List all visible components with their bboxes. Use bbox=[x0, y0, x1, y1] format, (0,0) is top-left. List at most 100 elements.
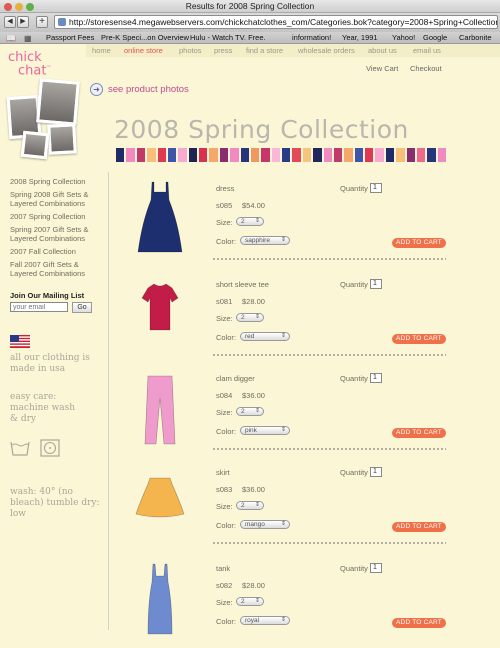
bookmarks-bar: 📖 ▦ Passport Fees Pre-K Speci...on Overv… bbox=[0, 32, 500, 44]
quantity-input[interactable]: 1 bbox=[370, 183, 382, 193]
color-select-value: pink bbox=[245, 427, 257, 434]
site-navigation: home online store photos press find a st… bbox=[86, 44, 500, 57]
product-price: $28.00 bbox=[242, 297, 265, 306]
bookmark-item[interactable]: Passport Fees bbox=[46, 33, 94, 42]
size-select[interactable]: 2 bbox=[236, 597, 264, 606]
product-sku: s081 bbox=[216, 297, 233, 306]
quantity-input[interactable]: 1 bbox=[370, 467, 382, 477]
bookmark-item[interactable]: Carbonite bbox=[459, 33, 492, 42]
nav-email-us[interactable]: email us bbox=[413, 46, 441, 55]
tank-icon[interactable] bbox=[120, 558, 200, 638]
add-to-cart-button[interactable]: ADD TO CART bbox=[392, 522, 446, 532]
size-select-value: 2 bbox=[241, 218, 245, 225]
bookmark-item[interactable]: Year, 1991 bbox=[342, 33, 378, 42]
quantity-value: 1 bbox=[373, 468, 377, 475]
nav-online-store[interactable]: online store bbox=[124, 46, 163, 55]
sidebar-item-spring-2007-gift-sets[interactable]: Spring 2007 Gift Sets & Layered Combinat… bbox=[10, 225, 100, 243]
see-product-photos-label: see product photos bbox=[108, 84, 189, 95]
sidebar-item-2007-fall[interactable]: 2007 Fall Collection bbox=[10, 247, 100, 256]
product-name: dress bbox=[216, 184, 235, 193]
product-row: clam digger s084 $36.00 Size: 2 Color: p… bbox=[112, 368, 500, 458]
bookmark-item[interactable]: Google bbox=[423, 33, 447, 42]
skirt-icon[interactable] bbox=[120, 462, 200, 542]
bookmark-item[interactable]: Yahoo! bbox=[392, 33, 415, 42]
stripe-swatch bbox=[167, 148, 177, 162]
sidebar-item-2007-spring[interactable]: 2007 Spring Collection bbox=[10, 212, 100, 221]
color-label: Color: bbox=[216, 521, 237, 530]
book-icon[interactable]: 📖 bbox=[6, 34, 16, 43]
stripe-swatch bbox=[354, 148, 363, 162]
bookmark-item[interactable]: Hulu - Watch TV. Free. bbox=[190, 33, 266, 42]
size-label: Size: bbox=[216, 598, 233, 607]
add-to-cart-button[interactable]: ADD TO CART bbox=[392, 618, 446, 628]
product-row: skirt s083 $36.00 Size: 2 Color: mango Q… bbox=[112, 462, 500, 552]
forward-button[interactable]: ▶ bbox=[17, 16, 29, 28]
stripe-swatch bbox=[147, 148, 156, 162]
nav-find-a-store[interactable]: find a store bbox=[246, 46, 283, 55]
size-select[interactable]: 2 bbox=[236, 407, 264, 416]
nav-about-us[interactable]: about us bbox=[368, 46, 397, 55]
stripe-swatch bbox=[157, 148, 166, 162]
made-in-usa-text: all our clothing is made in usa bbox=[10, 353, 90, 374]
tee-icon[interactable] bbox=[120, 274, 200, 354]
stripe-swatch bbox=[313, 148, 322, 162]
size-select[interactable]: 2 bbox=[236, 313, 264, 322]
add-to-cart-button[interactable]: ADD TO CART bbox=[392, 238, 446, 248]
dotted-divider bbox=[212, 542, 446, 544]
product-name: tank bbox=[216, 564, 231, 573]
pants-icon[interactable] bbox=[120, 368, 200, 448]
quantity-label: Quantity bbox=[340, 468, 368, 477]
product-price: $28.00 bbox=[242, 581, 265, 590]
nav-wholesale-orders[interactable]: wholesale orders bbox=[298, 46, 355, 55]
collection-title: 2008 Spring Collection bbox=[114, 115, 409, 144]
grid-icon[interactable]: ▦ bbox=[24, 34, 32, 43]
window-title: Results for 2008 Spring Collection bbox=[185, 1, 315, 11]
color-select[interactable]: red bbox=[240, 332, 290, 341]
stripe-swatch bbox=[209, 148, 218, 162]
dress-icon[interactable] bbox=[120, 178, 200, 258]
quantity-input[interactable]: 1 bbox=[370, 563, 382, 573]
stripe-swatch bbox=[416, 148, 426, 162]
stripe-swatch bbox=[261, 148, 270, 162]
size-select[interactable]: 2 bbox=[236, 217, 264, 226]
quantity-input[interactable]: 1 bbox=[370, 373, 382, 383]
size-select[interactable]: 2 bbox=[236, 501, 264, 510]
stripe-swatch bbox=[292, 148, 301, 162]
stripe-swatch bbox=[271, 148, 280, 162]
stripe-swatch bbox=[365, 148, 374, 162]
stripe-swatch bbox=[199, 148, 208, 162]
color-select[interactable]: pink bbox=[240, 426, 290, 435]
quantity-value: 1 bbox=[373, 280, 377, 287]
size-select-value: 2 bbox=[241, 502, 245, 509]
color-select[interactable]: royal bbox=[240, 616, 290, 625]
stripe-swatch bbox=[302, 148, 312, 162]
email-input[interactable] bbox=[10, 302, 68, 312]
color-select[interactable]: mango bbox=[240, 520, 290, 529]
stripe-swatch bbox=[396, 148, 405, 162]
nav-press[interactable]: press bbox=[214, 46, 232, 55]
color-select-value: royal bbox=[245, 617, 260, 624]
checkout-link[interactable]: Checkout bbox=[410, 64, 442, 73]
color-select-value: mango bbox=[245, 521, 265, 528]
sidebar-item-fall-2007-gift-sets[interactable]: Fall 2007 Gift Sets & Layered Combinatio… bbox=[10, 260, 100, 278]
stripe-swatch bbox=[240, 148, 249, 162]
color-select[interactable]: sapphire bbox=[240, 236, 290, 245]
add-bookmark-button[interactable]: + bbox=[36, 16, 48, 28]
stripe-swatch bbox=[385, 148, 395, 162]
add-to-cart-button[interactable]: ADD TO CART bbox=[392, 334, 446, 344]
view-cart-link[interactable]: View Cart bbox=[366, 64, 398, 73]
back-button[interactable]: ◀ bbox=[4, 16, 16, 28]
stripe-swatch bbox=[344, 148, 353, 162]
bookmark-item[interactable]: Pre-K Speci...on Overview bbox=[101, 33, 189, 42]
nav-photos[interactable]: photos bbox=[179, 46, 202, 55]
nav-home[interactable]: home bbox=[92, 46, 111, 55]
bookmark-item[interactable]: information! bbox=[292, 33, 331, 42]
add-to-cart-button[interactable]: ADD TO CART bbox=[392, 428, 446, 438]
quantity-input[interactable]: 1 bbox=[370, 279, 382, 289]
go-button[interactable]: Go bbox=[72, 302, 92, 313]
sidebar-item-2008-spring[interactable]: 2008 Spring Collection bbox=[10, 177, 100, 186]
site-logo[interactable]: chick chat™ bbox=[8, 51, 51, 77]
sidebar-category-list: 2008 Spring Collection Spring 2008 Gift … bbox=[10, 177, 100, 282]
address-bar[interactable]: http://storesense4.megawebservers.com/ch… bbox=[54, 15, 498, 29]
sidebar-item-spring-2008-gift-sets[interactable]: Spring 2008 Gift Sets & Layered Combinat… bbox=[10, 190, 100, 208]
